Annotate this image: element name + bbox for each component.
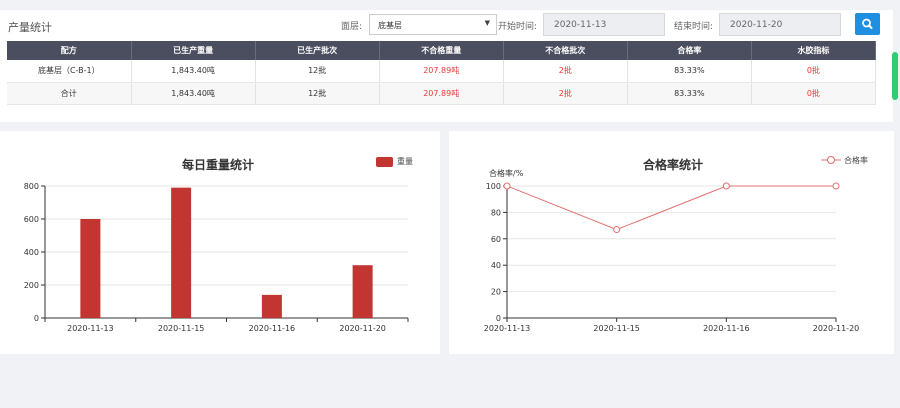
table-row: 底基层（C-B-1） 1,843.40吨 12批 207.89吨 2批 83.3… xyxy=(7,60,877,83)
y-tick-label: 800 xyxy=(24,182,39,191)
table-cell: 207.89吨 xyxy=(379,82,504,105)
legend-line-marker xyxy=(821,156,841,164)
series-line xyxy=(506,185,836,231)
start-date-input[interactable]: 2020-11-13 xyxy=(543,13,665,36)
end-date-input[interactable]: 2020-11-20 xyxy=(719,13,841,36)
chart-title: 合格率统计 xyxy=(643,158,704,172)
x-tick-label: 2020-11-15 xyxy=(158,324,205,333)
y-tick-label: 200 xyxy=(24,281,39,290)
data-point xyxy=(832,182,840,190)
x-tick-label: 2020-11-16 xyxy=(703,324,750,333)
bar xyxy=(352,265,373,318)
y-tick-label: 80 xyxy=(491,208,501,217)
y-tick-label: 20 xyxy=(491,288,501,297)
col-header: 合格率 xyxy=(627,41,752,60)
bar xyxy=(171,187,192,318)
chart-legend[interactable]: 合格率 xyxy=(820,154,868,166)
x-tick-label: 2020-11-15 xyxy=(593,324,640,333)
table-cell: 2批 xyxy=(503,82,628,105)
table-cell: 1,843.40吨 xyxy=(131,82,256,105)
table-cell: 83.33% xyxy=(627,82,752,105)
data-point xyxy=(722,182,730,190)
x-tick-label: 2020-11-20 xyxy=(339,324,386,333)
table-header-row: 配方 已生产重量 已生产批次 不合格重量 不合格批次 合格率 水胶指标 xyxy=(7,41,877,60)
search-icon xyxy=(862,18,873,29)
bar xyxy=(80,219,101,318)
data-point xyxy=(503,182,511,190)
table-row-total: 合计 1,843.40吨 12批 207.89吨 2批 83.33% 0批 xyxy=(7,82,877,105)
chevron-down-icon: ▼ xyxy=(484,19,490,27)
table-cell: 83.33% xyxy=(627,60,752,83)
panel-title: 产量统计 xyxy=(8,21,52,34)
y-tick-label: 600 xyxy=(24,215,39,224)
y-tick-label: 0 xyxy=(496,314,501,323)
daily-weight-chart-panel: 每日重量统计 重量 0 200 400 600 800 2020-11-13 2020-11… xyxy=(0,131,440,354)
col-header: 已生产重量 xyxy=(131,41,256,60)
x-tick-label: 2020-11-16 xyxy=(249,324,296,333)
table-cell: 12批 xyxy=(255,82,380,105)
layer-label: 面层: xyxy=(341,22,363,32)
scrollbar-thumb[interactable] xyxy=(892,52,898,100)
y-tick-label: 40 xyxy=(491,261,501,270)
table-cell: 0批 xyxy=(751,82,877,105)
y-axis-label: 合格率/% xyxy=(489,169,524,178)
layer-select-value: 底基层 xyxy=(378,21,402,30)
pass-rate-chart-panel: 合格率统计 合格率 合格率/% 0 20 40 60 80 100 2020-11-13 20… xyxy=(449,131,894,354)
col-header: 水胶指标 xyxy=(751,41,877,60)
col-header: 配方 xyxy=(7,41,132,60)
x-tick-label: 2020-11-20 xyxy=(813,324,860,333)
y-tick-label: 100 xyxy=(486,182,501,191)
table-cell: 2批 xyxy=(503,60,628,83)
col-header: 不合格重量 xyxy=(379,41,504,60)
end-time-label: 结束时间: xyxy=(674,22,714,32)
chart-title: 每日重量统计 xyxy=(182,158,255,172)
x-tick-label: 2020-11-13 xyxy=(484,324,531,333)
bar xyxy=(261,294,282,318)
table-cell: 207.89吨 xyxy=(379,60,504,83)
col-header: 不合格批次 xyxy=(503,41,628,60)
table-cell: 0批 xyxy=(751,60,877,83)
col-header: 已生产批次 xyxy=(255,41,380,60)
legend-label: 合格率 xyxy=(844,155,868,165)
layer-select[interactable]: 底基层 ▼ xyxy=(369,14,497,35)
legend-swatch xyxy=(376,156,393,167)
y-tick-label: 400 xyxy=(24,248,39,257)
table-cell: 底基层（C-B-1） xyxy=(7,60,132,83)
search-button[interactable] xyxy=(855,13,880,35)
table-cell: 合计 xyxy=(7,82,132,105)
stats-table: 配方 已生产重量 已生产批次 不合格重量 不合格批次 合格率 水胶指标 底基层（… xyxy=(7,41,877,105)
x-tick-label: 2020-11-13 xyxy=(67,324,114,333)
data-point xyxy=(613,226,621,234)
y-tick-label: 60 xyxy=(491,235,501,244)
y-tick-label: 0 xyxy=(34,314,39,323)
production-stats-panel: 产量统计 面层: 底基层 ▼ 开始时间: 2020-11-13 结束时间: 20… xyxy=(0,10,893,122)
legend-label: 重量 xyxy=(397,157,413,166)
table-cell: 12批 xyxy=(255,60,380,83)
table-cell: 1,843.40吨 xyxy=(131,60,256,83)
chart-legend[interactable]: 重量 xyxy=(376,156,413,167)
start-time-label: 开始时间: xyxy=(498,22,538,32)
